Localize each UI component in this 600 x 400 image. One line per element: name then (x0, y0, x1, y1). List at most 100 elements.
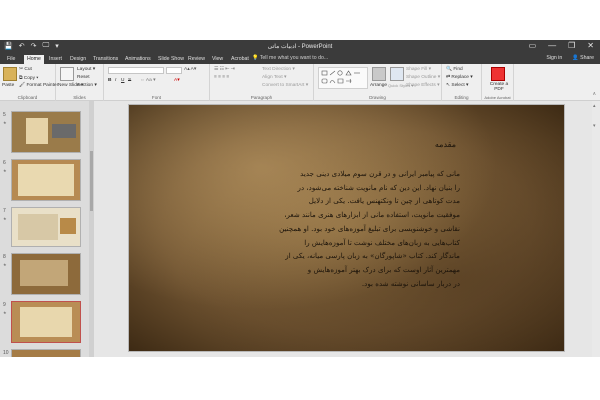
select-label: Select ▾ (451, 83, 469, 88)
shape-fill-button[interactable]: Shape Fill ▾ (406, 67, 431, 72)
scroll-down-icon[interactable]: ▾ (593, 123, 596, 129)
font-name-select[interactable] (108, 67, 164, 74)
tab-view[interactable]: View (209, 55, 226, 64)
tab-acrobat[interactable]: Acrobat (228, 55, 252, 64)
tab-insert[interactable]: Insert (46, 55, 65, 64)
shape-outline-button[interactable]: Shape Outline ▾ (406, 75, 440, 80)
ribbon-tabs: File Home Insert Design Transitions Anim… (0, 54, 600, 64)
minimize-icon[interactable]: — (548, 41, 556, 50)
editor-scrollbar[interactable]: ▴ ▾ (592, 101, 600, 357)
shape-effects-button[interactable]: Shape Effects ▾ (406, 83, 440, 88)
paste-button[interactable]: Paste (2, 83, 14, 88)
cut-button[interactable]: ✂ Cut (19, 67, 32, 72)
current-slide[interactable]: مقدمه مانی که پیامبر ایرانی و در قرن سوم… (128, 104, 565, 352)
list-icons[interactable]: ☰ ☷ ⇤ ⇥ (214, 67, 235, 72)
select-button[interactable]: ↖ Select ▾ (446, 83, 468, 88)
reset-button[interactable]: Reset (77, 75, 90, 80)
arrange-button[interactable]: Arrange (370, 83, 387, 88)
share-button[interactable]: 👤 Share (572, 55, 594, 61)
find-button[interactable]: 🔍 Find (446, 67, 463, 72)
font-group: A▴ A▾ B I U S ⇔ Aa ▾ A▾ Font (104, 64, 210, 101)
tab-home[interactable]: Home (24, 55, 44, 64)
align-text-button[interactable]: Align Text ▾ (262, 75, 286, 80)
tab-transitions[interactable]: Transitions (90, 55, 121, 64)
slide-thumbnail-selected[interactable]: 9 ★ (3, 301, 81, 343)
sign-in-link[interactable]: Sign in (546, 55, 562, 61)
illustration-image (60, 218, 76, 234)
tab-slide-show[interactable]: Slide Show (155, 55, 187, 64)
ribbon: Paste ✂ Cut ⧉ Copy ▾ 🖌 Format Painter Cl… (0, 64, 600, 101)
tab-review[interactable]: Review (185, 55, 208, 64)
slide-thumbnail[interactable]: 10 (3, 349, 81, 357)
drawing-group: Arrange Quick Styles ▾ Shape Fill ▾ Shap… (314, 64, 442, 101)
slide-thumbnails-pane: 5 ★ 6 ★ 7 ★ 8 ★ 9 ★ 10 (0, 101, 94, 357)
text-direction-button[interactable]: Text Direction ▾ (262, 67, 295, 72)
scrollbar-thumb[interactable] (90, 151, 93, 211)
transition-star-icon: ★ (3, 120, 7, 125)
acrobat-group-label: Adobe Acrobat (484, 95, 511, 100)
slide-number: 6 (3, 160, 6, 166)
restore-icon[interactable]: ❐ (568, 41, 575, 50)
format-painter-label: Format Painter (26, 83, 59, 88)
text-line: ماندگار کند. کتاب «شاپورگان» به زبان پار… (285, 251, 460, 261)
slide-heading[interactable]: مقدمه (435, 140, 456, 149)
ribbon-display-icon[interactable]: ▭ (529, 41, 537, 50)
strikethrough-button[interactable]: S (128, 78, 131, 83)
character-spacing-icon[interactable]: ⇔ Aa ▾ (140, 78, 155, 83)
slide-number: 7 (3, 208, 6, 214)
tab-file[interactable]: File (4, 55, 18, 64)
scroll-up-icon[interactable]: ▴ (593, 103, 596, 109)
brush-icon: 🖌 (19, 83, 26, 88)
italic-button[interactable]: I (115, 78, 116, 83)
tab-design[interactable]: Design (67, 55, 89, 64)
new-slide-icon[interactable] (60, 67, 74, 81)
create-pdf-button[interactable]: Create a PDF (486, 82, 512, 92)
collapse-ribbon-icon[interactable]: ∧ (592, 92, 596, 97)
section-button[interactable]: Section ▾ (77, 83, 97, 88)
text-line: موفقیت مانویت، استفاده مانی از ابزارهای … (284, 210, 460, 220)
underline-button[interactable]: U (121, 78, 124, 83)
paragraph-group-label: Paragraph (250, 95, 273, 100)
quick-styles-icon[interactable] (390, 67, 404, 81)
convert-smartart-button[interactable]: Convert to SmartArt ▾ (262, 83, 308, 88)
font-color-icon[interactable]: A▾ (174, 78, 180, 83)
align-icons[interactable]: ≡ ≡ ≡ ≡ (214, 75, 229, 80)
text-line: کتاب‌هایی به زبان‌های مختلف نوشت تا آموز… (304, 237, 460, 247)
paste-icon[interactable] (3, 67, 17, 81)
slide-thumbnail[interactable]: 5 ★ (3, 111, 81, 153)
grow-font-icon[interactable]: A▴ A▾ (184, 67, 196, 72)
replace-icon: ⇄ (446, 75, 451, 80)
replace-button[interactable]: ⇄ Replace ▾ (446, 75, 473, 80)
format-painter-button[interactable]: 🖌 Format Painter (19, 83, 58, 88)
scissors-icon: ✂ (19, 67, 24, 72)
slide-number: 10 (3, 350, 9, 356)
copy-button[interactable]: ⧉ Copy ▾ (19, 75, 38, 81)
layout-button[interactable]: Layout ▾ (77, 67, 95, 72)
slide-thumbnail[interactable]: 8 ★ (3, 253, 81, 295)
tell-me-search[interactable]: 💡 Tell me what you want to do... (252, 55, 328, 61)
tab-animations[interactable]: Animations (122, 55, 154, 64)
slide-number: 8 (3, 254, 6, 260)
window-title: ادبیات ماتی - PowerPoint (267, 44, 333, 50)
editing-group: 🔍 Find ⇄ Replace ▾ ↖ Select ▾ Editing (442, 64, 482, 101)
close-icon[interactable]: ✕ (587, 41, 594, 50)
find-label: Find (453, 67, 463, 72)
tell-me-text: Tell me what you want to do... (259, 55, 329, 61)
text-line: مهمترین آثار اوست که برای درک بهتر آموزه… (307, 264, 460, 274)
font-size-select[interactable] (166, 67, 182, 74)
shapes-gallery[interactable] (318, 67, 368, 89)
copy-label: Copy ▾ (23, 76, 39, 81)
transition-star-icon: ★ (3, 262, 7, 267)
window-controls: ▭ — ❐ ✕ (529, 41, 594, 50)
bold-button[interactable]: B (108, 78, 111, 83)
slides-group: New Slide ▾ Layout ▾ Reset Section ▾ Sli… (56, 64, 104, 101)
acrobat-group: Create a PDF Adobe Acrobat (482, 64, 514, 101)
editing-group-label: Editing (454, 95, 469, 100)
transition-star-icon: ★ (3, 216, 7, 221)
pdf-icon[interactable] (491, 67, 505, 81)
arrange-icon[interactable] (372, 67, 386, 81)
slide-thumbnail[interactable]: 6 ★ (3, 159, 81, 201)
slide-thumbnail[interactable]: 7 ★ (3, 207, 81, 247)
slide-body-text[interactable]: مانی که پیامبر ایرانی و در قرن سوم میلاد… (248, 167, 460, 290)
drawing-group-label: Drawing (369, 95, 386, 100)
